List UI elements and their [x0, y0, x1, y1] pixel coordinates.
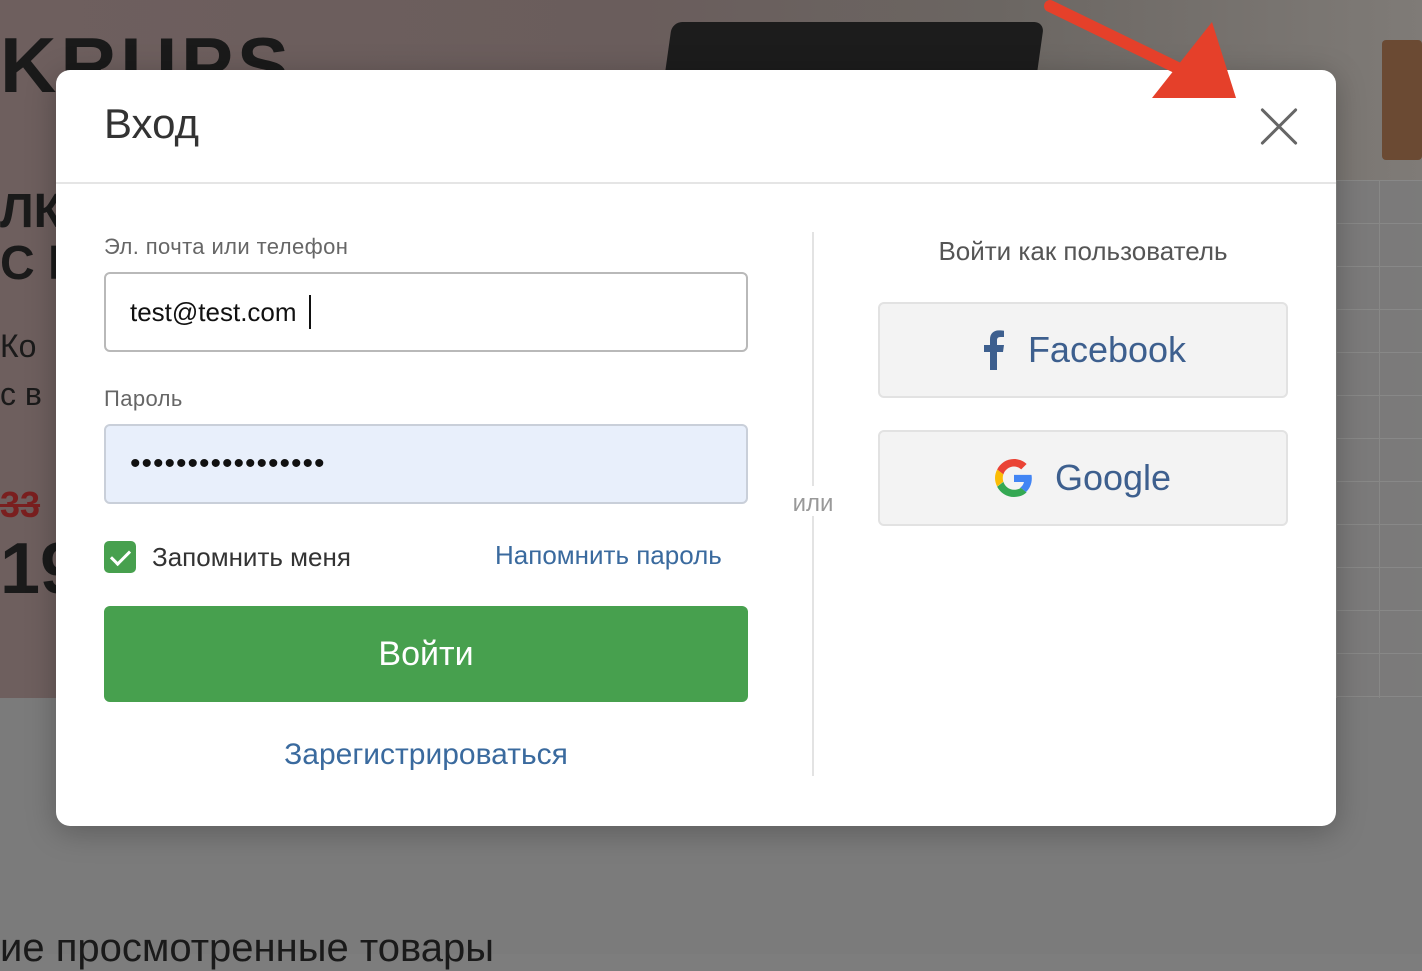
social-login-title: Войти как пользователь [938, 236, 1228, 266]
vertical-divider [812, 232, 814, 486]
email-label: Эл. почта или телефон [104, 234, 349, 259]
register-link: Зарегистрироваться [104, 738, 748, 772]
password-label: Пароль [104, 386, 183, 411]
modal-title: Вход [104, 100, 200, 147]
facebook-icon [983, 330, 1004, 370]
google-login-button[interactable]: Google [878, 430, 1288, 526]
or-separator: или [792, 490, 834, 517]
remember-me-checkbox[interactable]: Запомнить меня [104, 540, 351, 574]
email-field[interactable] [104, 272, 748, 352]
close-icon[interactable] [1258, 106, 1300, 148]
facebook-label: Facebook [1027, 329, 1187, 370]
password-field[interactable] [104, 424, 748, 504]
vertical-divider [812, 516, 814, 776]
google-label: Google [1054, 457, 1172, 498]
modal-header: Вход [56, 70, 1336, 184]
register-link-text[interactable]: Зарегистрироваться [284, 738, 568, 771]
login-modal: Вход Эл. почта или телефон Пароль Запомн… [56, 70, 1336, 826]
checkmark-icon[interactable] [104, 541, 136, 573]
facebook-login-button[interactable]: Facebook [878, 302, 1288, 398]
remember-me-label: Запомнить меня [152, 541, 351, 572]
google-icon [994, 459, 1032, 497]
text-cursor [309, 295, 311, 329]
forgot-password-link[interactable]: Напомнить пароль [495, 540, 722, 571]
login-button[interactable]: Войти [104, 606, 748, 702]
